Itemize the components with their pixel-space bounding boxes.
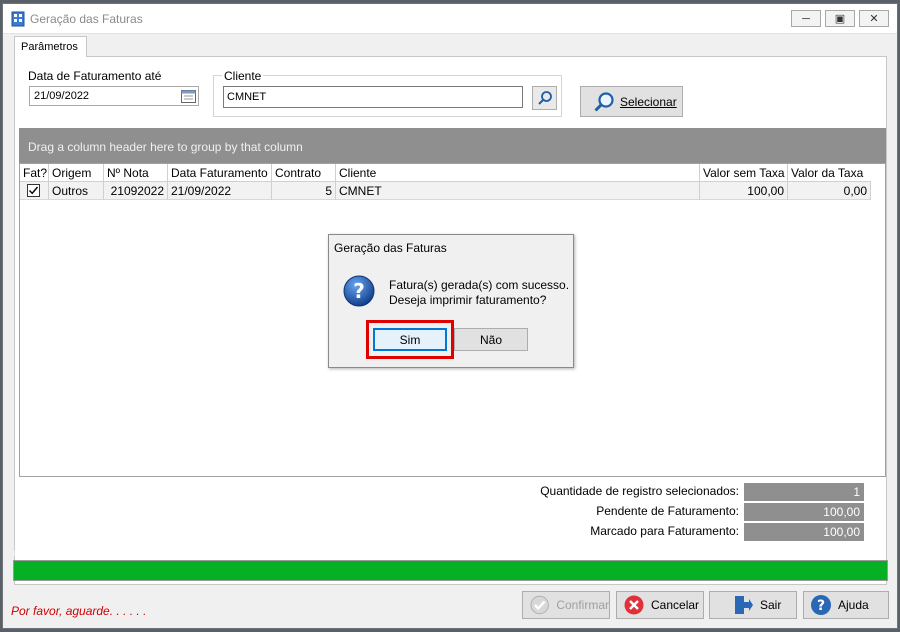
svg-text:?: ? — [817, 598, 825, 614]
valor-sem-taxa-cell: 100,00 — [700, 182, 788, 200]
contrato-cell: 5 — [272, 182, 336, 200]
progress-fill — [14, 561, 887, 580]
group-by-hint: Drag a column header here to group by th… — [28, 140, 303, 154]
client-value: CMNET — [227, 91, 267, 103]
cancel-button[interactable]: Cancelar — [616, 591, 704, 619]
window-title: Geração das Faturas — [30, 12, 143, 26]
marked-value: 100,00 — [744, 523, 864, 541]
table-row[interactable]: Outros 21092022 21/09/2022 5 CMNET 100,0… — [20, 182, 871, 200]
column-header-nota[interactable]: Nº Nota — [104, 164, 168, 182]
help-icon: ? — [811, 595, 831, 615]
column-header-origem[interactable]: Origem — [49, 164, 104, 182]
yes-label: Sim — [399, 332, 421, 347]
close-icon: ✕ — [869, 13, 879, 25]
help-label: Ajuda — [838, 598, 869, 612]
select-button[interactable]: Selecionar — [580, 86, 683, 117]
dialog-line-1: Fatura(s) gerada(s) com sucesso. — [389, 278, 570, 292]
cliente-cell: CMNET — [336, 182, 700, 200]
tab-label: Parâmetros — [21, 41, 78, 53]
column-header-data[interactable]: Data Faturamento — [168, 164, 272, 182]
svg-text:?: ? — [353, 279, 365, 303]
check-circle-icon — [530, 595, 549, 615]
grid-header: Fat? Origem Nº Nota Data Faturamento Con… — [20, 164, 871, 182]
qty-value: 1 — [744, 483, 864, 501]
progress-bar — [13, 560, 888, 581]
dialog-message: Fatura(s) gerada(s) com sucesso. Deseja … — [389, 278, 569, 308]
dialog-line-2: Deseja imprimir faturamento? — [389, 293, 547, 307]
column-header-fat[interactable]: Fat? — [20, 164, 49, 182]
minimize-icon: ─ — [802, 12, 810, 25]
main-window: Geração das Faturas ─ ▣ ✕ Parâmetros Dat… — [2, 3, 898, 629]
pending-label: Pendente de Faturamento: — [596, 504, 739, 518]
exit-label: Sair — [760, 598, 782, 612]
maximize-button[interactable]: ▣ — [825, 10, 855, 27]
cancel-icon — [624, 595, 644, 615]
client-group-label: Cliente — [222, 69, 264, 83]
valor-taxa-cell: 0,00 — [788, 182, 871, 200]
progress-label: Gerando as Faturas — [13, 548, 111, 560]
checkmark-icon — [28, 186, 39, 195]
column-header-valor-sem-taxa[interactable]: Valor sem Taxa — [700, 164, 788, 182]
client-lookup-button[interactable] — [532, 86, 557, 110]
no-label: Não — [479, 332, 502, 347]
dialog-body: ? Fatura(s) gerada(s) com sucesso. Desej… — [329, 261, 573, 367]
select-button-label: Selecionar — [620, 94, 677, 109]
tab-parametros[interactable]: Parâmetros — [14, 36, 87, 57]
data-cell: 21/09/2022 — [168, 182, 272, 200]
client-group: Cliente CMNET — [213, 69, 562, 117]
column-header-contrato[interactable]: Contrato — [272, 164, 336, 182]
exit-door-icon — [735, 596, 753, 614]
yes-button[interactable]: Sim — [373, 328, 447, 351]
column-header-cliente[interactable]: Cliente — [336, 164, 700, 182]
calendar-icon[interactable] — [181, 89, 196, 103]
status-text: Por favor, aguarde. . . . . . — [11, 604, 147, 618]
confirm-button[interactable]: Confirmar — [522, 591, 610, 619]
marked-label: Marcado para Faturamento: — [590, 524, 739, 538]
client-input[interactable]: CMNET — [223, 86, 523, 108]
fat-checkbox[interactable] — [27, 184, 40, 197]
minimize-button[interactable]: ─ — [791, 10, 821, 27]
close-button[interactable]: ✕ — [859, 10, 889, 27]
group-by-area[interactable]: Drag a column header here to group by th… — [19, 128, 886, 163]
fat-cell[interactable] — [20, 182, 49, 200]
building-icon — [11, 11, 25, 27]
date-value: 21/09/2022 — [34, 90, 90, 102]
column-header-valor-taxa[interactable]: Valor da Taxa — [788, 164, 871, 182]
question-icon: ? — [343, 275, 375, 307]
confirm-label: Confirmar — [556, 598, 609, 612]
confirm-dialog: Geração das Faturas ? Fatura(s) gerada(s… — [328, 234, 574, 368]
origem-cell: Outros — [49, 182, 104, 200]
pending-value: 100,00 — [744, 503, 864, 521]
search-icon — [537, 91, 552, 105]
date-field[interactable]: 21/09/2022 — [29, 86, 199, 106]
qty-label: Quantidade de registro selecionados: — [540, 484, 739, 498]
cancel-label: Cancelar — [651, 598, 700, 612]
nota-cell: 21092022 — [104, 182, 168, 200]
search-icon — [594, 91, 614, 112]
no-button[interactable]: Não — [454, 328, 528, 351]
date-label: Data de Faturamento até — [28, 69, 162, 83]
title-bar: Geração das Faturas ─ ▣ ✕ — [3, 4, 897, 34]
dialog-title: Geração das Faturas — [334, 241, 447, 255]
maximize-icon: ▣ — [834, 13, 846, 25]
exit-button[interactable]: Sair — [709, 591, 797, 619]
help-button[interactable]: ? Ajuda — [803, 591, 889, 619]
